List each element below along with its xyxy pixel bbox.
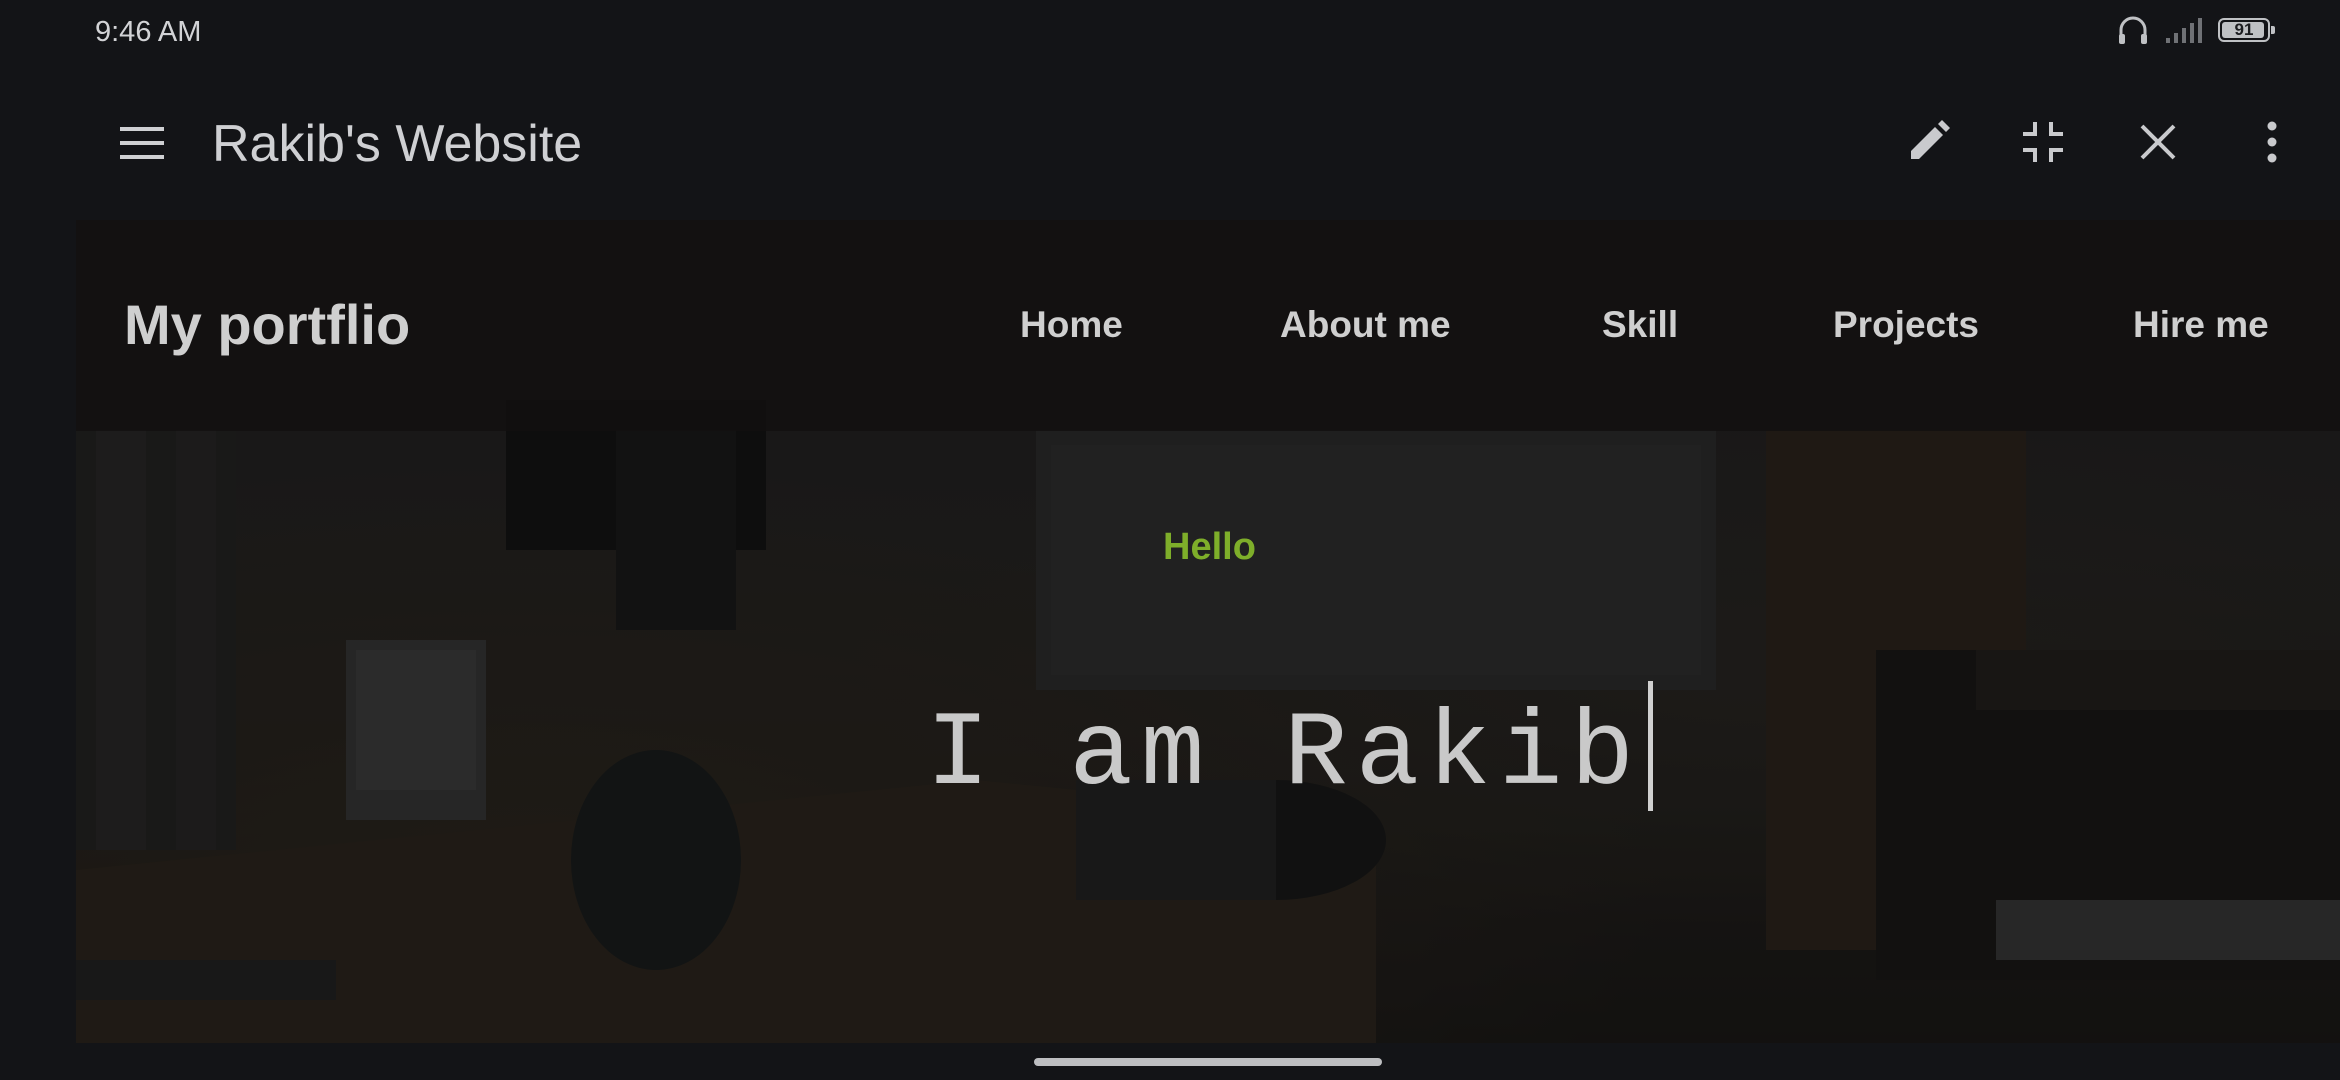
hero-headline-container: I am Rakib (926, 681, 1654, 815)
nav-projects[interactable]: Projects (1833, 304, 1979, 346)
nav-hire-me[interactable]: Hire me (2133, 304, 2269, 346)
signal-icon (2166, 18, 2202, 43)
hero-greeting: Hello (1163, 526, 1256, 568)
nav-skill[interactable]: Skill (1602, 304, 1678, 346)
nav-home[interactable]: Home (1020, 304, 1123, 346)
status-time: 9:46 AM (95, 16, 202, 48)
site-navbar: My portflio Home About me Skill Projects… (76, 220, 2340, 431)
site-brand[interactable]: My portflio (124, 292, 410, 357)
app-bar: Rakib's Website (0, 70, 2340, 216)
typing-cursor (1648, 681, 1654, 811)
status-icons: 91 (2116, 14, 2275, 46)
battery-level: 91 (2234, 20, 2254, 39)
headphones-icon (2119, 16, 2147, 44)
menu-icon[interactable] (118, 125, 166, 161)
edit-icon[interactable] (1900, 114, 1956, 170)
nav-about-me[interactable]: About me (1280, 304, 1451, 346)
hero-headline: I am Rakib (926, 695, 1643, 815)
close-icon[interactable] (2130, 114, 2186, 170)
battery-icon: 91 (2218, 18, 2275, 42)
home-indicator[interactable] (1034, 1058, 1382, 1066)
web-view[interactable]: My portflio Home About me Skill Projects… (76, 220, 2340, 1043)
exit-fullscreen-icon[interactable] (2015, 114, 2071, 170)
more-vert-icon[interactable] (2244, 114, 2300, 170)
app-title: Rakib's Website (212, 115, 583, 173)
